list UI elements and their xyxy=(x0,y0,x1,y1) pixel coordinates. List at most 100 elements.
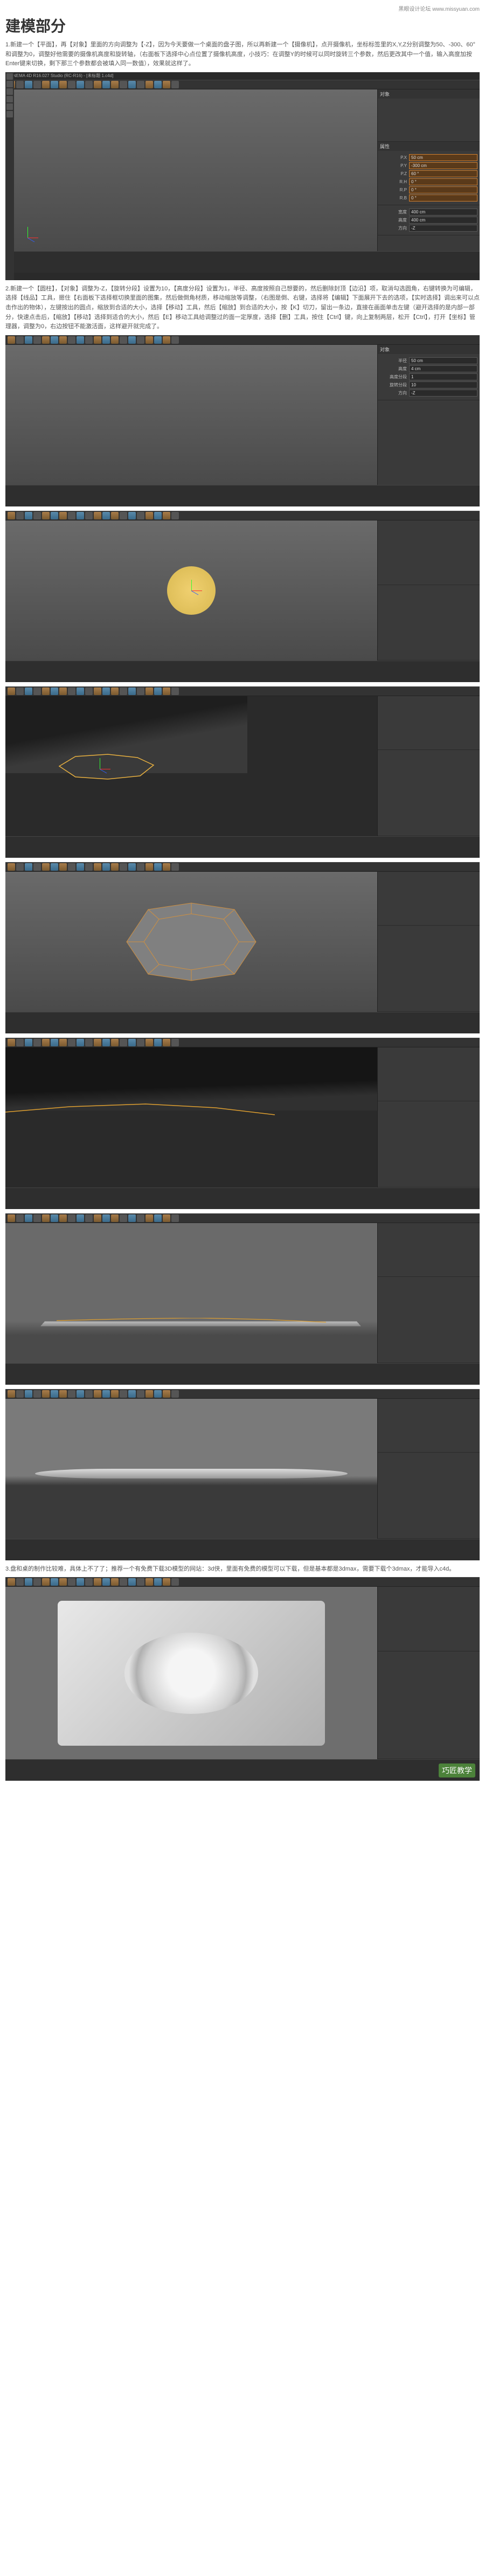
viewport[interactable] xyxy=(14,89,377,251)
tool-icon[interactable] xyxy=(59,81,67,88)
tool-icon[interactable] xyxy=(51,512,58,519)
tool-icon[interactable] xyxy=(6,73,13,80)
tool-icon[interactable] xyxy=(16,688,24,695)
tool-icon[interactable] xyxy=(163,336,170,344)
tool-icon[interactable] xyxy=(137,1039,144,1046)
octagon-mesh[interactable] xyxy=(121,899,261,985)
tool-icon[interactable] xyxy=(51,336,58,344)
tool-icon[interactable] xyxy=(68,1039,75,1046)
tool-icon[interactable] xyxy=(59,512,67,519)
tool-icon[interactable] xyxy=(154,1578,162,1586)
tool-icon[interactable] xyxy=(6,96,13,102)
tool-icon[interactable] xyxy=(94,1214,101,1222)
prop-input[interactable]: 0 ° xyxy=(409,195,477,202)
tool-icon[interactable] xyxy=(163,863,170,871)
tool-icon[interactable] xyxy=(51,1390,58,1398)
tool-icon[interactable] xyxy=(102,336,110,344)
tool-icon[interactable] xyxy=(33,688,41,695)
tool-icon[interactable] xyxy=(8,1578,15,1586)
tool-icon[interactable] xyxy=(154,336,162,344)
viewport[interactable] xyxy=(5,696,377,836)
tool-icon[interactable] xyxy=(33,336,41,344)
tool-icon[interactable] xyxy=(146,512,153,519)
tool-icon[interactable] xyxy=(59,1390,67,1398)
prop-input[interactable]: 0 ° xyxy=(409,178,477,185)
axis-gizmo[interactable] xyxy=(92,761,108,777)
tool-icon[interactable] xyxy=(25,688,32,695)
prop-input[interactable]: -Z xyxy=(409,390,477,397)
tool-icon[interactable] xyxy=(59,1214,67,1222)
tool-icon[interactable] xyxy=(163,1390,170,1398)
tool-icon[interactable] xyxy=(111,81,119,88)
viewport[interactable] xyxy=(5,1587,377,1759)
tool-icon[interactable] xyxy=(102,1214,110,1222)
tool-icon[interactable] xyxy=(68,1390,75,1398)
tool-icon[interactable] xyxy=(94,512,101,519)
tool-icon[interactable] xyxy=(102,1390,110,1398)
tool-icon[interactable] xyxy=(137,336,144,344)
tool-icon[interactable] xyxy=(77,1039,84,1046)
tool-icon[interactable] xyxy=(163,1578,170,1586)
tool-icon[interactable] xyxy=(6,103,13,110)
tool-icon[interactable] xyxy=(128,1578,136,1586)
tool-icon[interactable] xyxy=(77,863,84,871)
tool-icon[interactable] xyxy=(68,863,75,871)
tool-icon[interactable] xyxy=(154,688,162,695)
tool-icon[interactable] xyxy=(51,1578,58,1586)
tool-icon[interactable] xyxy=(68,688,75,695)
tool-icon[interactable] xyxy=(128,688,136,695)
tool-icon[interactable] xyxy=(128,336,136,344)
tool-icon[interactable] xyxy=(154,1214,162,1222)
tool-icon[interactable] xyxy=(33,512,41,519)
tool-icon[interactable] xyxy=(102,81,110,88)
tool-icon[interactable] xyxy=(8,688,15,695)
tool-icon[interactable] xyxy=(77,512,84,519)
tool-icon[interactable] xyxy=(146,1578,153,1586)
tool-icon[interactable] xyxy=(146,1039,153,1046)
tool-icon[interactable] xyxy=(94,863,101,871)
tool-icon[interactable] xyxy=(171,1578,179,1586)
tool-icon[interactable] xyxy=(146,1214,153,1222)
tool-icon[interactable] xyxy=(171,512,179,519)
tool-icon[interactable] xyxy=(102,1578,110,1586)
tool-icon[interactable] xyxy=(8,512,15,519)
tool-icon[interactable] xyxy=(171,863,179,871)
tool-icon[interactable] xyxy=(8,1390,15,1398)
tool-icon[interactable] xyxy=(111,512,119,519)
tool-icon[interactable] xyxy=(128,81,136,88)
viewport[interactable] xyxy=(5,872,377,1012)
tool-icon[interactable] xyxy=(51,81,58,88)
tool-icon[interactable] xyxy=(42,1390,50,1398)
tool-icon[interactable] xyxy=(120,1390,127,1398)
tool-icon[interactable] xyxy=(6,88,13,95)
tool-icon[interactable] xyxy=(154,863,162,871)
tool-icon[interactable] xyxy=(111,688,119,695)
cloth-model[interactable] xyxy=(58,1601,325,1746)
tool-icon[interactable] xyxy=(68,512,75,519)
tool-icon[interactable] xyxy=(120,1578,127,1586)
tool-icon[interactable] xyxy=(146,688,153,695)
tool-icon[interactable] xyxy=(33,1214,41,1222)
tool-icon[interactable] xyxy=(25,1390,32,1398)
tool-icon[interactable] xyxy=(102,1039,110,1046)
tool-icon[interactable] xyxy=(16,1039,24,1046)
tool-icon[interactable] xyxy=(154,1039,162,1046)
tool-icon[interactable] xyxy=(42,81,50,88)
tool-icon[interactable] xyxy=(102,688,110,695)
tool-icon[interactable] xyxy=(16,336,24,344)
tool-icon[interactable] xyxy=(42,512,50,519)
tool-icon[interactable] xyxy=(163,1039,170,1046)
tool-icon[interactable] xyxy=(33,863,41,871)
tool-icon[interactable] xyxy=(85,1214,93,1222)
prop-input[interactable]: -300 cm xyxy=(409,162,477,169)
tool-icon[interactable] xyxy=(77,688,84,695)
tool-icon[interactable] xyxy=(102,512,110,519)
tool-icon[interactable] xyxy=(68,81,75,88)
tool-icon[interactable] xyxy=(120,1214,127,1222)
tool-icon[interactable] xyxy=(154,81,162,88)
tool-icon[interactable] xyxy=(25,512,32,519)
tool-icon[interactable] xyxy=(137,512,144,519)
tool-icon[interactable] xyxy=(120,863,127,871)
tool-icon[interactable] xyxy=(8,863,15,871)
tool-icon[interactable] xyxy=(42,1039,50,1046)
